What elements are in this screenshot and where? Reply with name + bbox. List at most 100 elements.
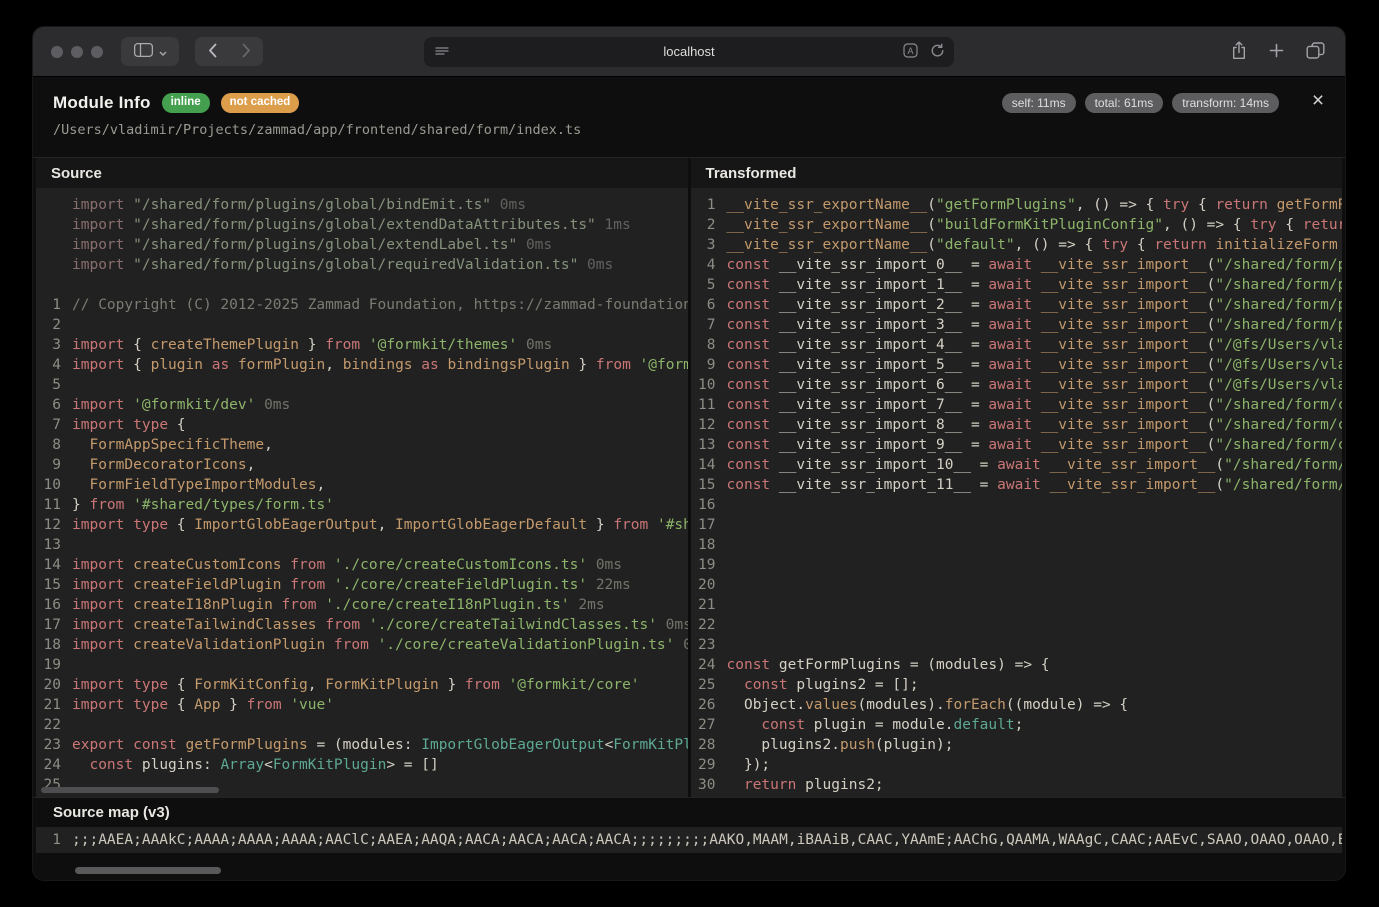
source-panel: Source import "/shared/form/plugins/glob…	[36, 158, 688, 797]
forward-button[interactable]	[229, 37, 263, 66]
code-line: 20	[691, 575, 1343, 595]
code-line: 11} from '#shared/types/form.ts'	[36, 495, 688, 515]
code-line: 17	[691, 515, 1343, 535]
code-line: 22	[691, 615, 1343, 635]
code-line: 15const __vite_ssr_import_11__ = await _…	[691, 475, 1343, 495]
sidebar-icon	[134, 43, 153, 60]
code-line: 1// Copyright (C) 2012-2025 Zammad Found…	[36, 295, 688, 315]
transformed-panel-title: Transformed	[691, 158, 1343, 188]
sourcemap-section: Source map (v3) 1 ;;;AAEA;AAAkC;AAAA;AAA…	[33, 797, 1345, 853]
self-time-pill: self: 11ms	[1002, 93, 1076, 113]
code-line: 7const __vite_ssr_import_3__ = await __v…	[691, 315, 1343, 335]
code-line: 29 });	[691, 755, 1343, 775]
code-line: 3import { createThemePlugin } from '@for…	[36, 335, 688, 355]
code-line: 14import createCustomIcons from './core/…	[36, 555, 688, 575]
code-line: 24const getFormPlugins = (modules) => {	[691, 655, 1343, 675]
address-bar[interactable]: localhost A	[424, 37, 954, 67]
code-line: 23	[691, 635, 1343, 655]
browser-titlebar: localhost A	[33, 27, 1345, 77]
sourcemap-line: 1 ;;;AAEA;AAAkC;AAAA;AAAA;AAAA;AAClC;AAE…	[36, 827, 1342, 853]
inline-badge: inline	[162, 93, 210, 113]
code-line: 10const __vite_ssr_import_6__ = await __…	[691, 375, 1343, 395]
new-tab-button[interactable]	[1269, 43, 1284, 61]
module-file-path: /Users/vladimir/Projects/zammad/app/fron…	[53, 122, 1325, 138]
source-panel-title: Source	[36, 158, 688, 188]
code-line: 6const __vite_ssr_import_2__ = await __v…	[691, 295, 1343, 315]
code-line: 14const __vite_ssr_import_10__ = await _…	[691, 455, 1343, 475]
code-line: 9 FormDecoratorIcons,	[36, 455, 688, 475]
code-line: 17import createTailwindClasses from './c…	[36, 615, 688, 635]
window-zoom-button[interactable]	[91, 46, 103, 58]
transformed-code[interactable]: 1__vite_ssr_exportName__("getFormPlugins…	[691, 188, 1343, 797]
code-line: 4const __vite_ssr_import_0__ = await __v…	[691, 255, 1343, 275]
url-text: localhost	[424, 37, 954, 67]
tab-overview-button[interactable]	[1306, 42, 1325, 62]
sourcemap-line-number: 1	[36, 832, 72, 848]
code-line: 28 plugins2.push(plugin);	[691, 735, 1343, 755]
code-line: 22	[36, 715, 688, 735]
window-close-button[interactable]	[51, 46, 63, 58]
code-line: 20import type { FormKitConfig, FormKitPl…	[36, 675, 688, 695]
sourcemap-title: Source map (v3)	[33, 798, 1345, 827]
translate-icon: A	[903, 43, 918, 61]
source-code[interactable]: import "/shared/form/plugins/global/bind…	[36, 188, 688, 797]
browser-window: localhost A	[33, 27, 1345, 880]
total-time-pill: total: 61ms	[1085, 93, 1164, 113]
code-line: import "/shared/form/plugins/global/bind…	[36, 195, 688, 215]
transform-time-pill: transform: 14ms	[1172, 93, 1279, 113]
code-line: 7import type {	[36, 415, 688, 435]
code-line: 21import type { App } from 'vue'	[36, 695, 688, 715]
code-line: 2	[36, 315, 688, 335]
code-line: import "/shared/form/plugins/global/exte…	[36, 235, 688, 255]
code-line: 12import type { ImportGlobEagerOutput, I…	[36, 515, 688, 535]
sidebar-toggle-button[interactable]	[121, 37, 179, 66]
code-line: 23export const getFormPlugins = (modules…	[36, 735, 688, 755]
sourcemap-horizontal-scrollbar[interactable]	[75, 867, 221, 874]
code-line: 6import '@formkit/dev' 0ms	[36, 395, 688, 415]
code-line: import "/shared/form/plugins/global/requ…	[36, 255, 688, 275]
code-line: 15import createFieldPlugin from './core/…	[36, 575, 688, 595]
code-line: 19	[691, 555, 1343, 575]
nav-buttons	[195, 37, 263, 66]
back-button[interactable]	[195, 37, 229, 66]
svg-text:A: A	[907, 46, 913, 56]
code-line: import "/shared/form/plugins/global/exte…	[36, 215, 688, 235]
cache-status-badge: not cached	[221, 93, 300, 113]
code-line: 8const __vite_ssr_import_4__ = await __v…	[691, 335, 1343, 355]
code-line: 11const __vite_ssr_import_7__ = await __…	[691, 395, 1343, 415]
code-line: 21	[691, 595, 1343, 615]
chevron-left-icon	[208, 43, 217, 61]
chevron-down-icon	[159, 44, 167, 59]
titlebar-right-controls	[1231, 27, 1325, 77]
code-panels: Source import "/shared/form/plugins/glob…	[33, 157, 1345, 797]
code-line	[36, 275, 688, 295]
translate-button[interactable]: A	[903, 43, 918, 61]
code-line: 19	[36, 655, 688, 675]
code-line: 10 FormFieldTypeImportModules,	[36, 475, 688, 495]
close-button[interactable]: ×	[1307, 90, 1329, 112]
timing-pills: self: 11ms total: 61ms transform: 14ms	[1002, 93, 1279, 113]
tabs-icon	[1306, 42, 1325, 62]
code-line: 24 const plugins: Array<FormKitPlugin> =…	[36, 755, 688, 775]
code-line: 16	[691, 495, 1343, 515]
code-line: 12const __vite_ssr_import_8__ = await __…	[691, 415, 1343, 435]
code-line: 25 const plugins2 = [];	[691, 675, 1343, 695]
code-line: 13	[36, 535, 688, 555]
code-line: 26 Object.values(modules).forEach((modul…	[691, 695, 1343, 715]
code-line: 2__vite_ssr_exportName__("buildFormKitPl…	[691, 215, 1343, 235]
reload-button[interactable]	[930, 43, 945, 61]
share-icon	[1231, 41, 1247, 63]
code-line: 16import createI18nPlugin from './core/c…	[36, 595, 688, 615]
traffic-lights	[51, 46, 103, 58]
code-line: 18	[691, 535, 1343, 555]
reload-icon	[930, 43, 945, 61]
module-info-header: Module Info inline not cached self: 11ms…	[33, 77, 1345, 157]
code-line: 5	[36, 375, 688, 395]
share-button[interactable]	[1231, 41, 1247, 63]
code-line: 9const __vite_ssr_import_5__ = await __v…	[691, 355, 1343, 375]
code-line: 8 FormAppSpecificTheme,	[36, 435, 688, 455]
code-line: 30 return plugins2;	[691, 775, 1343, 795]
window-minimize-button[interactable]	[71, 46, 83, 58]
code-line: 13const __vite_ssr_import_9__ = await __…	[691, 435, 1343, 455]
source-horizontal-scrollbar[interactable]	[41, 787, 219, 793]
